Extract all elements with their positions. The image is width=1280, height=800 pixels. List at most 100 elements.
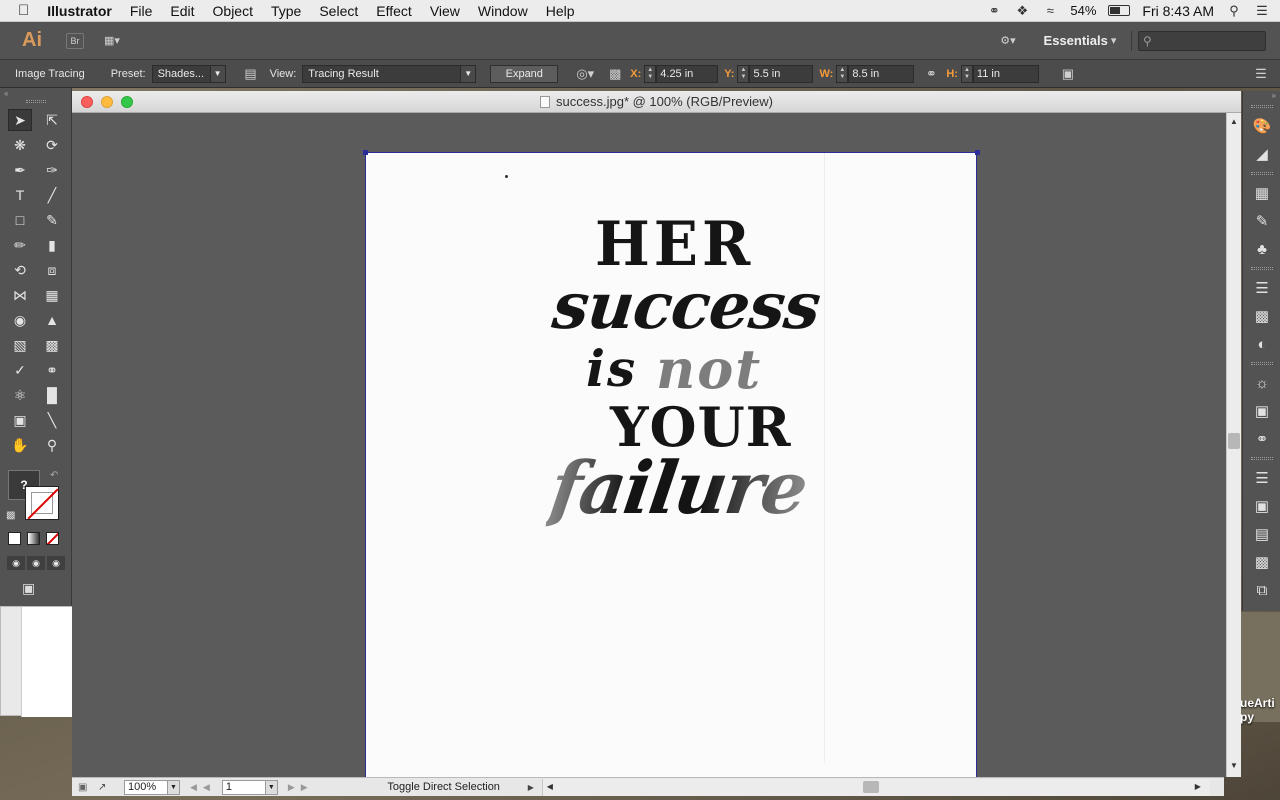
sync-settings-icon[interactable]: ⚙▾ <box>995 30 1021 52</box>
scale-tool-icon[interactable]: ⧈ <box>40 259 64 281</box>
color-panel-icon[interactable]: 🎨 <box>1243 112 1280 140</box>
magic-wand-tool-icon[interactable]: ❋ <box>8 134 32 156</box>
menu-view[interactable]: View <box>421 3 469 19</box>
draw-behind-icon[interactable]: ◉ <box>27 556 45 570</box>
panel-grip[interactable] <box>1250 172 1273 175</box>
panel-grip[interactable] <box>1250 267 1273 270</box>
constrain-proportions-icon[interactable]: ⚭ <box>922 65 940 83</box>
w-input[interactable]: 8.5 in <box>848 64 915 83</box>
artboard-next-buttons[interactable]: ▶▶ <box>288 782 314 793</box>
swap-colors-icon[interactable]: ↶ <box>50 470 58 481</box>
share-icon[interactable]: ↗ <box>98 782 118 793</box>
panel-grip[interactable] <box>1250 362 1273 365</box>
workspace-switcher[interactable]: Essentials ▾ <box>1035 30 1125 52</box>
paintbrush-tool-icon[interactable]: ✎ <box>40 209 64 231</box>
panel-menu-icon[interactable]: ☰ <box>1252 65 1270 83</box>
menu-app-name[interactable]: Illustrator <box>38 3 121 19</box>
vertical-scroll-thumb[interactable] <box>1228 433 1240 449</box>
x-stepper[interactable]: ▲ ▼ <box>644 64 657 83</box>
dropbox-icon[interactable]: ❖ <box>1014 3 1030 18</box>
none-button[interactable] <box>46 532 59 545</box>
w-stepper[interactable]: ▲ ▼ <box>836 64 849 83</box>
menu-help[interactable]: Help <box>537 3 584 19</box>
status-text[interactable]: Toggle Direct Selection <box>364 781 524 793</box>
transform-panel-icon[interactable]: ▩ <box>1243 548 1280 576</box>
bridge-button[interactable]: Br <box>66 32 84 49</box>
eyedropper-tool-icon[interactable]: ✓ <box>8 359 32 381</box>
x-input[interactable]: 4.25 in <box>656 64 719 83</box>
color-button[interactable] <box>8 532 21 545</box>
zoom-select[interactable]: 100% ▼ <box>124 779 180 795</box>
collapse-panel-icon[interactable]: « <box>0 88 71 98</box>
view-select[interactable]: Tracing Result ▼ <box>302 64 477 83</box>
gradient-button[interactable] <box>27 532 40 545</box>
scroll-down-icon[interactable]: ▼ <box>1230 761 1238 770</box>
menu-file[interactable]: File <box>121 3 162 19</box>
zoom-tool-icon[interactable]: ⚲ <box>40 434 64 456</box>
notification-center-icon[interactable]: ☰ <box>1254 3 1270 18</box>
width-tool-icon[interactable]: ⋈ <box>8 284 32 306</box>
desktop-icon-label-1[interactable]: ueArti <box>1240 696 1275 710</box>
blend-tool-icon[interactable]: ⚭ <box>40 359 64 381</box>
scroll-right-icon[interactable]: ▶ <box>1195 782 1201 791</box>
battery-icon[interactable] <box>1108 5 1131 16</box>
screen-mode-icon[interactable]: ▣ <box>22 580 35 597</box>
appearance-panel-icon[interactable]: ☼ <box>1243 369 1280 397</box>
scroll-up-icon[interactable]: ▲ <box>1230 117 1238 126</box>
gradient-panel-icon[interactable]: ▩ <box>1243 302 1280 330</box>
expand-panels-icon[interactable]: » <box>1243 91 1280 101</box>
vertical-scrollbar[interactable]: ▲ ▼ <box>1226 113 1241 777</box>
scroll-left-icon[interactable]: ◀ <box>547 782 553 791</box>
expand-button[interactable]: Expand <box>490 64 559 83</box>
hand-tool-icon[interactable]: ✋ <box>8 434 32 456</box>
panel-grip[interactable] <box>26 100 46 103</box>
help-search-input[interactable]: ⚲ <box>1138 30 1266 51</box>
draw-normal-icon[interactable]: ◉ <box>7 556 25 570</box>
pen-tool-icon[interactable]: ✒ <box>8 159 32 181</box>
desktop-icon-label-2[interactable]: py <box>1240 710 1254 724</box>
bounding-handle[interactable] <box>363 150 368 155</box>
zoom-window-button[interactable] <box>121 96 133 108</box>
stroke-swatch[interactable] <box>25 486 59 520</box>
preset-select[interactable]: Shades... ▼ <box>151 64 226 83</box>
mesh-tool-icon[interactable]: ▧ <box>8 334 32 356</box>
close-window-button[interactable] <box>81 96 93 108</box>
y-input[interactable]: 5.5 in <box>749 64 814 83</box>
menu-type[interactable]: Type <box>262 3 310 19</box>
artboards-panel-icon[interactable]: ▣ <box>1243 492 1280 520</box>
minimize-window-button[interactable] <box>101 96 113 108</box>
lasso-tool-icon[interactable]: ⟳ <box>40 134 64 156</box>
pathfinder-panel-icon[interactable]: ⧉ <box>1243 576 1280 604</box>
creative-cloud-icon[interactable]: ⚭ <box>986 3 1002 18</box>
panel-grip[interactable] <box>1250 457 1273 460</box>
selection-tool-icon[interactable]: ➤ <box>8 109 32 131</box>
rotate-tool-icon[interactable]: ⟲ <box>8 259 32 281</box>
type-tool-icon[interactable]: T <box>8 184 32 206</box>
stroke-panel-icon[interactable]: ☰ <box>1243 274 1280 302</box>
gpu-performance-icon[interactable]: ▣ <box>78 782 98 793</box>
perspective-grid-tool-icon[interactable]: ▲ <box>40 309 64 331</box>
column-graph-tool-icon[interactable]: █ <box>40 384 64 406</box>
align-to-icon[interactable]: ◎▾ <box>572 65 598 83</box>
brushes-panel-icon[interactable]: ✎ <box>1243 207 1280 235</box>
horizontal-scroll-thumb[interactable] <box>862 780 879 793</box>
document-title-bar[interactable]: success.jpg* @ 100% (RGB/Preview) <box>72 91 1241 113</box>
canvas[interactable]: HER success is not YOUR failure <box>72 113 1226 782</box>
pencil-tool-icon[interactable]: ✏ <box>8 234 32 256</box>
image-trace-panel-icon[interactable]: ▤ <box>242 65 260 83</box>
eraser-tool-icon[interactable]: ▮ <box>40 234 64 256</box>
wifi-icon[interactable]: ≈ <box>1042 3 1058 18</box>
h-stepper[interactable]: ▲ ▼ <box>960 64 973 83</box>
menu-object[interactable]: Object <box>204 3 262 19</box>
menu-effect[interactable]: Effect <box>367 3 421 19</box>
bounding-handle[interactable] <box>975 150 980 155</box>
menu-edit[interactable]: Edit <box>161 3 203 19</box>
status-menu-icon[interactable]: ▶ <box>528 783 538 792</box>
symbol-sprayer-tool-icon[interactable]: ⚛ <box>8 384 32 406</box>
transform-icon[interactable]: ▣ <box>1059 65 1077 83</box>
gradient-tool-icon[interactable]: ▩ <box>40 334 64 356</box>
align-panel-icon[interactable]: ▤ <box>1243 520 1280 548</box>
shape-builder-tool-icon[interactable]: ◉ <box>8 309 32 331</box>
line-tool-icon[interactable]: ╱ <box>40 184 64 206</box>
creative-cloud-libraries-icon[interactable]: ⚭ <box>1243 425 1280 453</box>
